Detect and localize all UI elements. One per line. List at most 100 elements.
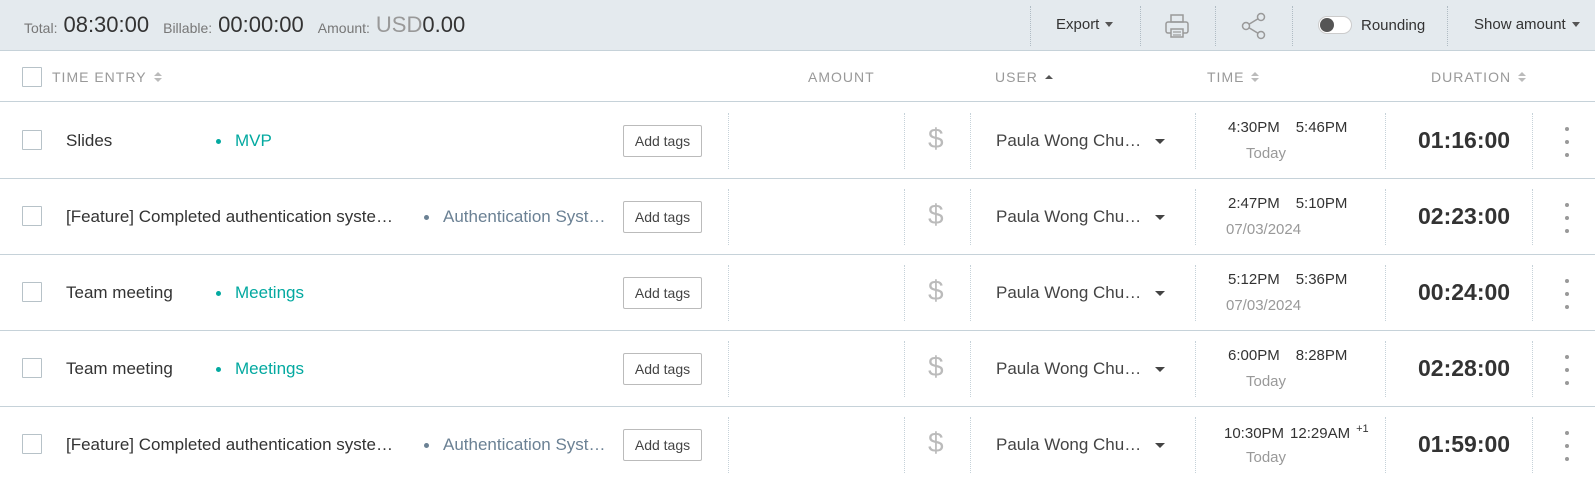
row-checkbox[interactable] (22, 206, 42, 226)
export-label: Export (1056, 16, 1100, 33)
add-tags-button[interactable]: Add tags (623, 353, 702, 385)
row-checkbox[interactable] (22, 130, 42, 150)
project-label[interactable]: Authentication Syst… (424, 435, 606, 455)
add-tags-button[interactable]: Add tags (623, 125, 702, 157)
entry-description[interactable]: [Feature] Completed authentication syste… (66, 435, 406, 455)
dollar-icon[interactable]: $ (928, 427, 944, 459)
add-tags-button[interactable]: Add tags (623, 201, 702, 233)
share-icon (1241, 12, 1266, 40)
divider (904, 341, 905, 397)
more-options-icon[interactable] (1564, 127, 1570, 157)
more-options-icon[interactable] (1564, 203, 1570, 233)
duration[interactable]: 00:24:00 (1418, 279, 1510, 306)
add-tags-button[interactable]: Add tags (623, 277, 702, 309)
duration[interactable]: 02:28:00 (1418, 355, 1510, 382)
project-label[interactable]: Meetings (216, 359, 304, 379)
divider (904, 189, 905, 245)
user-select[interactable]: Paula Wong Chu… (996, 283, 1166, 303)
divider (1030, 6, 1031, 46)
row-checkbox[interactable] (22, 358, 42, 378)
divider (1215, 6, 1216, 46)
col-time-entry[interactable]: TIME ENTRY (52, 69, 162, 85)
time-range[interactable]: 10:30PM 12:29AM +1 (1224, 423, 1369, 442)
user-select[interactable]: Paula Wong Chu… (996, 131, 1166, 151)
divider (904, 113, 905, 169)
more-options-icon[interactable] (1564, 431, 1570, 461)
rounding-toggle[interactable]: Rounding (1318, 16, 1425, 34)
dollar-icon[interactable]: $ (928, 199, 944, 231)
end-time: 5:46PM (1295, 119, 1348, 136)
dollar-icon[interactable]: $ (928, 275, 944, 307)
project-name: Authentication Syst… (443, 435, 606, 454)
dollar-icon[interactable]: $ (928, 123, 944, 155)
amount-label: Amount: (317, 20, 370, 36)
entry-date[interactable]: 07/03/2024 (1226, 221, 1301, 238)
row-checkbox[interactable] (22, 282, 42, 302)
project-label[interactable]: MVP (216, 131, 272, 151)
divider (1385, 265, 1386, 321)
time-range[interactable]: 2:47PM 5:10PM (1228, 195, 1347, 212)
dollar-icon[interactable]: $ (928, 351, 944, 383)
divider (1385, 113, 1386, 169)
entry-date[interactable]: Today (1246, 145, 1286, 162)
divider (904, 417, 905, 473)
divider (1140, 6, 1141, 46)
table-row[interactable]: Team meeting Meetings Add tags $ Paula W… (0, 255, 1595, 331)
user-name: Paula Wong Chu… (996, 131, 1142, 150)
divider (1195, 265, 1196, 321)
table-row[interactable]: Slides MVP Add tags $ Paula Wong Chu… 4:… (0, 103, 1595, 179)
rounding-label: Rounding (1361, 16, 1426, 34)
start-time: 5:12PM (1228, 271, 1280, 288)
time-range[interactable]: 6:00PM 8:28PM (1228, 347, 1347, 364)
divider (1532, 265, 1533, 321)
show-amount-dropdown[interactable]: Show amount (1474, 16, 1580, 33)
rounding-switch[interactable] (1318, 16, 1352, 34)
entry-description[interactable]: [Feature] Completed authentication syste… (66, 207, 406, 227)
project-name: MVP (235, 131, 272, 150)
entry-description[interactable]: Team meeting (66, 283, 206, 303)
table-row[interactable]: [Feature] Completed authentication syste… (0, 407, 1595, 479)
divider (1385, 189, 1386, 245)
duration[interactable]: 01:16:00 (1418, 127, 1510, 154)
divider (1532, 417, 1533, 473)
project-dot (216, 138, 221, 144)
col-user[interactable]: USER (995, 69, 1053, 85)
billable-value: 00:00:00 (218, 12, 304, 37)
table-header: TIME ENTRY AMOUNT USER TIME DURATION (0, 52, 1595, 102)
divider (904, 265, 905, 321)
project-label[interactable]: Authentication Syst… (424, 207, 606, 227)
more-options-icon[interactable] (1564, 279, 1570, 309)
chevron-down-icon (1155, 138, 1166, 144)
project-label[interactable]: Meetings (216, 283, 304, 303)
col-duration[interactable]: DURATION (1431, 69, 1527, 85)
time-range[interactable]: 5:12PM 5:36PM (1228, 271, 1347, 288)
user-name: Paula Wong Chu… (996, 359, 1142, 378)
entry-date[interactable]: 07/03/2024 (1226, 297, 1301, 314)
add-tags-button[interactable]: Add tags (623, 429, 702, 461)
share-button[interactable] (1240, 12, 1268, 40)
start-time: 6:00PM (1228, 347, 1280, 364)
time-range[interactable]: 4:30PM 5:46PM (1228, 119, 1347, 136)
duration[interactable]: 01:59:00 (1418, 431, 1510, 458)
row-checkbox[interactable] (22, 434, 42, 454)
table-row[interactable]: [Feature] Completed authentication syste… (0, 179, 1595, 255)
entry-description[interactable]: Team meeting (66, 359, 206, 379)
entry-date[interactable]: Today (1246, 373, 1286, 390)
user-name: Paula Wong Chu… (996, 207, 1142, 226)
entry-description[interactable]: Slides (66, 131, 206, 151)
more-options-icon[interactable] (1564, 355, 1570, 385)
divider (1292, 6, 1293, 46)
export-dropdown[interactable]: Export (1056, 16, 1114, 33)
printer-icon (1165, 14, 1189, 38)
user-select[interactable]: Paula Wong Chu… (996, 207, 1166, 227)
select-all-checkbox[interactable] (22, 67, 42, 87)
sort-icon (1518, 72, 1527, 82)
user-select[interactable]: Paula Wong Chu… (996, 359, 1166, 379)
col-time[interactable]: TIME (1207, 69, 1260, 85)
entry-date[interactable]: Today (1246, 449, 1286, 466)
table-row[interactable]: Team meeting Meetings Add tags $ Paula W… (0, 331, 1595, 407)
duration[interactable]: 02:23:00 (1418, 203, 1510, 230)
user-select[interactable]: Paula Wong Chu… (996, 435, 1166, 455)
chevron-down-icon (1155, 214, 1166, 220)
print-button[interactable] (1163, 12, 1191, 40)
